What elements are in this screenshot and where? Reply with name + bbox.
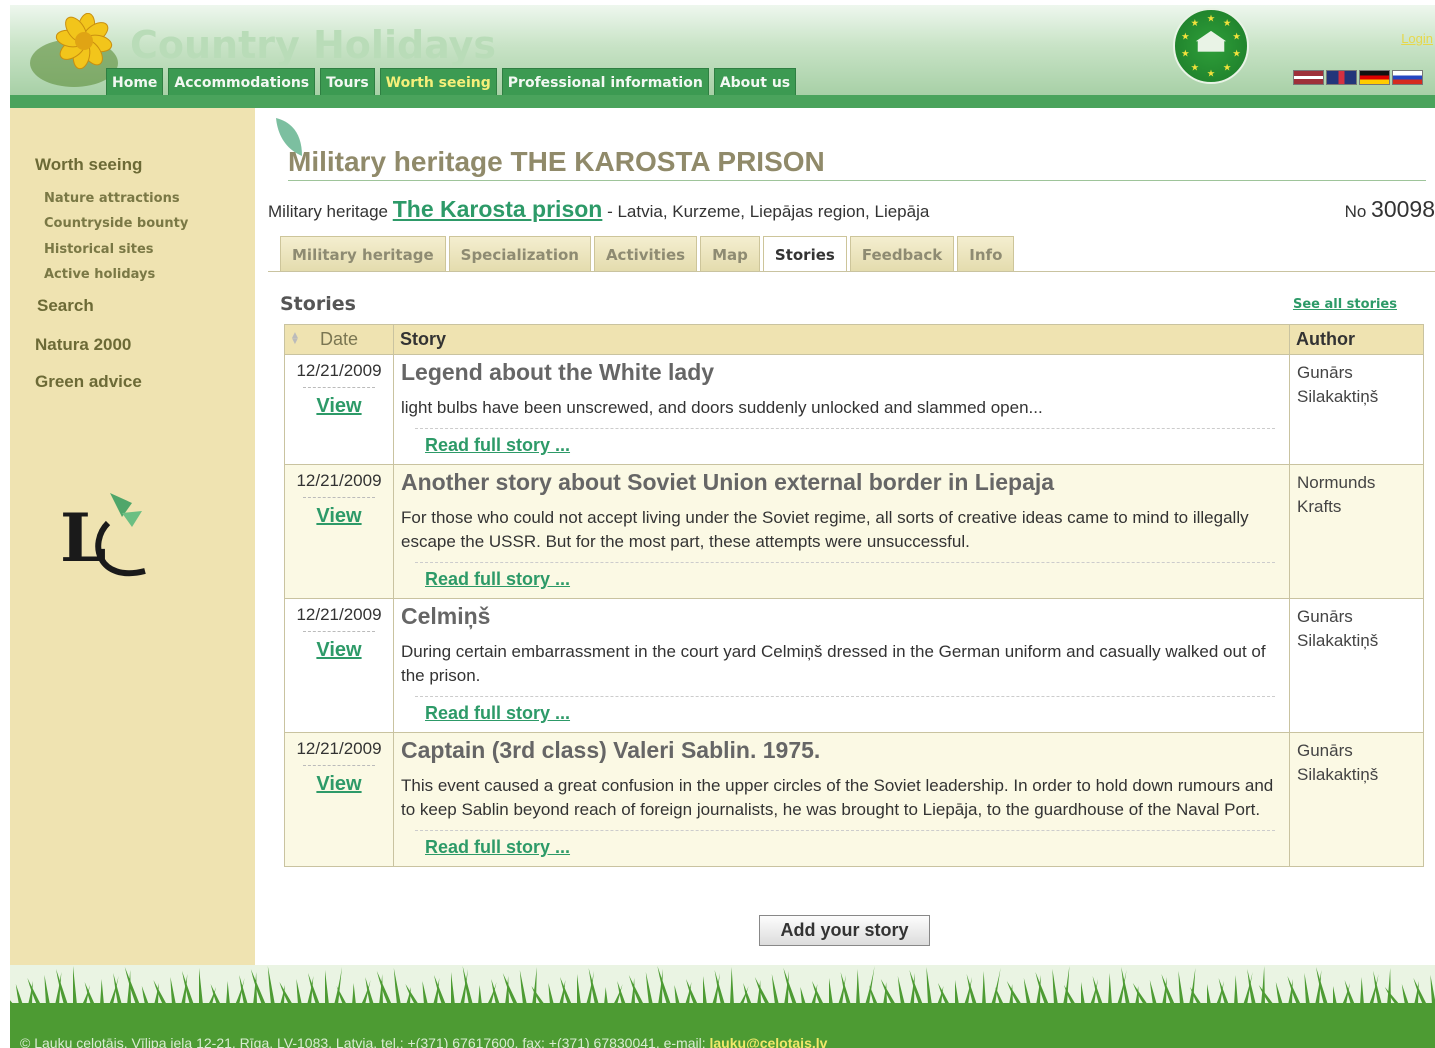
svg-text:★: ★	[1207, 13, 1216, 24]
object-name-link[interactable]: The Karosta prison	[393, 196, 603, 222]
svg-text:★: ★	[1181, 31, 1190, 42]
object-number: No 30098	[1344, 196, 1435, 222]
svg-text:★: ★	[1191, 63, 1200, 74]
table-row: 12/21/2009 View Legend about the White l…	[284, 354, 1424, 465]
view-story-link[interactable]: View	[316, 395, 361, 418]
sidebar-item-green-advice[interactable]: Green advice	[35, 372, 142, 392]
nav-tab-home[interactable]: Home	[106, 68, 164, 97]
tab-map[interactable]: Map	[700, 236, 760, 271]
sidebar-subitem-countryside-bounty[interactable]: Countryside bounty	[44, 216, 188, 231]
column-header-author: Author	[1289, 324, 1424, 355]
site-header: Country Holidays Home Accommodations Tou…	[10, 5, 1435, 108]
tab-feedback[interactable]: Feedback	[849, 236, 955, 271]
table-header-row: ▲ ▼ Date Story Author	[284, 324, 1424, 355]
object-tabs: Military heritage Specialization Activit…	[280, 236, 1015, 272]
tab-specialization[interactable]: Specialization	[448, 236, 591, 271]
nav-tab-worth-seeing[interactable]: Worth seeing	[379, 68, 497, 97]
story-excerpt: For those who could not accept living un…	[401, 508, 1249, 551]
story-author: Gunārs Silakaktiņš	[1289, 598, 1424, 733]
read-full-story-link[interactable]: Read full story ...	[425, 435, 570, 456]
tab-info[interactable]: Info	[957, 236, 1015, 271]
svg-text:★: ★	[1223, 63, 1232, 74]
eurogites-badge-icon[interactable]: ★ ★ ★ ★ ★ ★ ★ ★ ★ ★	[1173, 8, 1249, 84]
sidebar-subitem-nature-attractions[interactable]: Nature attractions	[44, 191, 180, 206]
story-author: Gunārs Silakaktiņš	[1289, 354, 1424, 465]
footer-contact-text: © Lauku ceļotājs, Vīlipa iela 12-21, Rīg…	[20, 1035, 827, 1048]
stories-table: ▲ ▼ Date Story Author 12/21/2009 View Lege…	[284, 324, 1424, 867]
table-row: 12/21/2009 View Captain (3rd class) Vale…	[284, 732, 1424, 867]
site-title: Country Holidays	[130, 23, 497, 67]
tab-stories[interactable]: Stories	[762, 236, 847, 272]
story-cell: Legend about the White lady light bulbs …	[393, 354, 1290, 465]
object-subheader: Military heritage The Karosta prison - L…	[268, 196, 1435, 223]
story-cell: Captain (3rd class) Valeri Sablin. 1975.…	[393, 732, 1290, 867]
footer-email-link[interactable]: lauku@celotajs.lv	[710, 1035, 828, 1048]
story-date: 12/21/2009	[296, 471, 382, 490]
see-all-stories-link[interactable]: See all stories	[1293, 297, 1397, 312]
story-date-cell: 12/21/2009 View	[284, 598, 394, 733]
read-full-story-link[interactable]: Read full story ...	[425, 703, 570, 724]
svg-text:★: ★	[1223, 18, 1232, 29]
svg-text:★: ★	[1232, 31, 1241, 42]
nav-tab-about-us[interactable]: About us	[713, 68, 797, 97]
story-excerpt: light bulbs have been unscrewed, and doo…	[401, 398, 1043, 417]
top-navigation: Home Accommodations Tours Worth seeing P…	[106, 68, 797, 97]
story-title: Legend about the White lady	[401, 359, 715, 385]
nav-tab-tours[interactable]: Tours	[320, 68, 375, 97]
story-date-cell: 12/21/2009 View	[284, 464, 394, 599]
view-story-link[interactable]: View	[316, 773, 361, 796]
nav-tab-accommodations[interactable]: Accommodations	[168, 68, 316, 97]
story-title: Another story about Soviet Union externa…	[401, 469, 1055, 495]
add-your-story-button[interactable]: Add your story	[759, 915, 930, 946]
table-row: 12/21/2009 View Another story about Sovi…	[284, 464, 1424, 599]
sidebar-item-worth-seeing[interactable]: Worth seeing	[35, 155, 142, 175]
lc-logo-icon: L	[60, 493, 146, 577]
story-date: 12/21/2009	[296, 739, 382, 758]
column-header-story: Story	[393, 324, 1290, 355]
sidebar-item-natura-2000[interactable]: Natura 2000	[35, 335, 131, 355]
site-footer: © Lauku ceļotājs, Vīlipa iela 12-21, Rīg…	[10, 965, 1435, 1048]
story-author: Normunds Krafts	[1289, 464, 1424, 599]
section-title: Stories	[280, 293, 356, 315]
story-author: Gunārs Silakaktiņš	[1289, 732, 1424, 867]
story-cell: Another story about Soviet Union externa…	[393, 464, 1290, 599]
sidebar: Worth seeing Nature attractions Countrys…	[10, 108, 255, 965]
view-story-link[interactable]: View	[316, 505, 361, 528]
table-row: 12/21/2009 View Celmiņš During certain e…	[284, 598, 1424, 733]
main-content: Military heritage THE KAROSTA PRISON Mil…	[268, 108, 1435, 965]
svg-text:★: ★	[1207, 68, 1216, 79]
page-title: Military heritage THE KAROSTA PRISON	[288, 146, 825, 177]
flag-germany-icon[interactable]	[1359, 70, 1390, 85]
sort-icon: ▲ ▼	[290, 330, 300, 347]
sidebar-subitem-active-holidays[interactable]: Active holidays	[44, 267, 155, 282]
svg-text:★: ★	[1191, 18, 1200, 29]
story-title: Captain (3rd class) Valeri Sablin. 1975.	[401, 737, 821, 763]
column-header-date[interactable]: ▲ ▼ Date	[284, 324, 394, 355]
svg-text:★: ★	[1181, 48, 1190, 59]
read-full-story-link[interactable]: Read full story ...	[425, 569, 570, 590]
tab-activities[interactable]: Activities	[593, 236, 698, 271]
login-link[interactable]: Login	[1401, 31, 1433, 46]
sidebar-subitem-historical-sites[interactable]: Historical sites	[44, 242, 154, 257]
story-excerpt: During certain embarrassment in the cour…	[401, 642, 1266, 685]
language-selector	[1293, 70, 1423, 85]
svg-text:★: ★	[1232, 48, 1241, 59]
object-category: Military heritage	[268, 202, 388, 221]
nav-tab-professional-information[interactable]: Professional information	[501, 68, 709, 97]
view-story-link[interactable]: View	[316, 639, 361, 662]
story-date-cell: 12/21/2009 View	[284, 732, 394, 867]
story-excerpt: This event caused a great confusion in t…	[401, 776, 1274, 819]
read-full-story-link[interactable]: Read full story ...	[425, 837, 570, 858]
tab-military-heritage[interactable]: Military heritage	[280, 236, 446, 271]
flag-latvia-icon[interactable]	[1293, 70, 1324, 85]
flag-uk-icon[interactable]	[1326, 70, 1357, 85]
story-date: 12/21/2009	[296, 605, 382, 624]
flag-russia-icon[interactable]	[1392, 70, 1423, 85]
story-title: Celmiņš	[401, 603, 491, 629]
story-date: 12/21/2009	[296, 361, 382, 380]
story-cell: Celmiņš During certain embarrassment in …	[393, 598, 1290, 733]
sidebar-item-search[interactable]: Search	[37, 296, 94, 316]
story-date-cell: 12/21/2009 View	[284, 354, 394, 465]
object-location: - Latvia, Kurzeme, Liepājas region, Liep…	[602, 202, 930, 221]
